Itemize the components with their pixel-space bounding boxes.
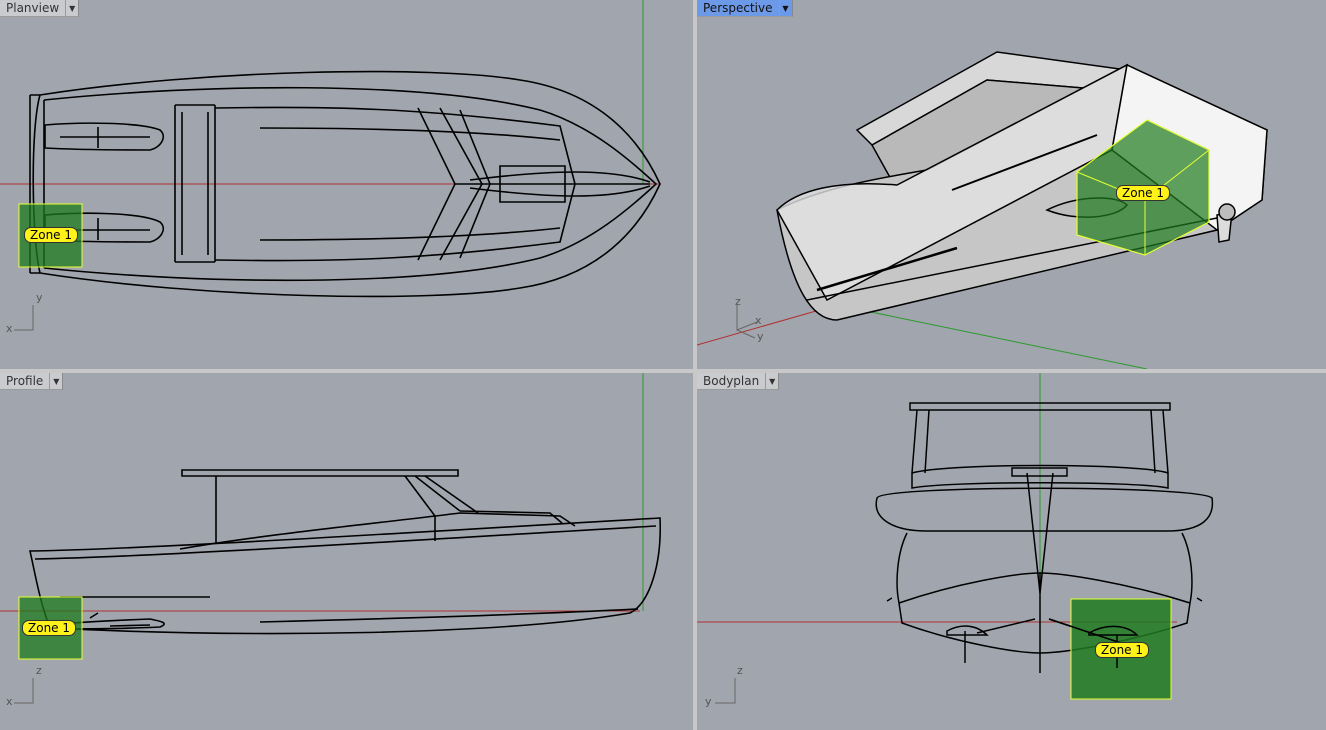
axis-gizmo-icon [14, 678, 34, 704]
axis-label-z: z [735, 295, 741, 308]
planview-canvas[interactable] [0, 0, 693, 369]
zone-1-label[interactable]: Zone 1 [22, 620, 76, 636]
perspective-canvas[interactable] [697, 0, 1326, 369]
viewport-tab-bodyplan[interactable]: Bodyplan ▼ [697, 373, 780, 390]
axis-label-z: z [36, 664, 42, 677]
zone-1-label[interactable]: Zone 1 [24, 227, 78, 243]
y-axis-line [836, 304, 1148, 369]
viewport-tab-profile[interactable]: Profile ▼ [0, 373, 64, 390]
hull-profile-drawing [29, 469, 662, 635]
viewport-profile[interactable]: Profile ▼ Zone 1 x z [0, 373, 693, 730]
viewport-title[interactable]: Perspective [697, 0, 780, 17]
viewport-menu-arrow-icon[interactable]: ▼ [779, 0, 793, 17]
viewport-menu-arrow-icon[interactable]: ▼ [50, 373, 64, 390]
axis-label-z: z [737, 664, 743, 677]
axis-label-y: y [705, 695, 712, 708]
axis-label-x: x [6, 695, 13, 708]
axis-label-x: x [755, 314, 762, 327]
viewport-title[interactable]: Planview [0, 0, 67, 17]
axis-label-y: y [757, 330, 764, 343]
axis-gizmo-icon [14, 305, 34, 331]
viewport-tab-planview[interactable]: Planview ▼ [0, 0, 80, 17]
zone-1-label[interactable]: Zone 1 [1095, 642, 1149, 658]
profile-canvas[interactable] [0, 373, 693, 730]
viewport-planview[interactable]: Planview ▼ Zone 1 x y [0, 0, 693, 369]
axis-gizmo-icon [715, 678, 736, 704]
viewport-bodyplan[interactable]: Bodyplan ▼ Zone 1 y z [697, 373, 1326, 730]
viewport-menu-arrow-icon[interactable]: ▼ [66, 0, 80, 17]
axis-label-x: x [6, 322, 13, 335]
viewport-title[interactable]: Profile [0, 373, 51, 390]
axis-label-y: y [36, 291, 43, 304]
viewport-perspective[interactable]: Perspective ▼ Zone 1 z x y [697, 0, 1326, 369]
viewport-tab-perspective[interactable]: Perspective ▼ [697, 0, 793, 17]
viewport-menu-arrow-icon[interactable]: ▼ [766, 373, 780, 390]
zone-1-label[interactable]: Zone 1 [1116, 185, 1170, 201]
bodyplan-canvas[interactable] [697, 373, 1326, 730]
viewport-title[interactable]: Bodyplan [697, 373, 767, 390]
